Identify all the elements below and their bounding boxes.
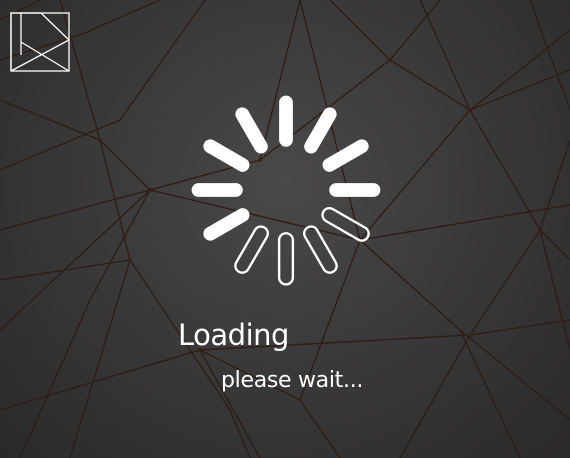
spinner-bar-hollow (277, 232, 295, 286)
spinner-bar-hollow (234, 225, 269, 274)
loading-subtitle: please wait... (221, 368, 364, 393)
spinner-bar-hollow (321, 207, 370, 242)
spinner-bar (191, 183, 243, 197)
spinner-bar (304, 107, 337, 154)
spinner-bar (203, 139, 250, 172)
k-monogram-logo (10, 12, 71, 72)
spinner-bar-hollow (303, 225, 338, 274)
spinner-bar (235, 107, 268, 154)
spinner-bar (203, 208, 250, 241)
loading-spinner-icon (191, 95, 381, 286)
spinner-bar (322, 139, 369, 172)
loading-screen: Loading please wait... (0, 0, 570, 458)
loading-title: Loading (178, 318, 289, 352)
spinner-bar (329, 183, 381, 197)
spinner-bar (279, 95, 293, 147)
